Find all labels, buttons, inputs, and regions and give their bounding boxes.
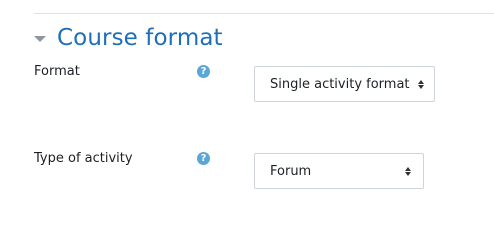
format-select[interactable]: Single activity format: [254, 66, 435, 102]
select-arrows-icon: [405, 166, 411, 176]
format-label: Format: [34, 64, 80, 79]
type-of-activity-label: Type of activity: [34, 151, 133, 166]
section-title: Course format: [57, 25, 223, 51]
caret-down-icon[interactable]: [34, 36, 46, 42]
type-of-activity-select[interactable]: Forum: [254, 153, 424, 189]
section-divider: [34, 13, 494, 14]
select-arrows-icon: [417, 79, 424, 89]
format-help-icon[interactable]: ?: [197, 65, 210, 78]
format-select-value: Single activity format: [270, 76, 410, 92]
type-of-activity-select-value: Forum: [270, 163, 312, 179]
type-of-activity-help-icon[interactable]: ?: [197, 152, 210, 165]
course-format-section-toggle[interactable]: Course format: [34, 22, 223, 54]
